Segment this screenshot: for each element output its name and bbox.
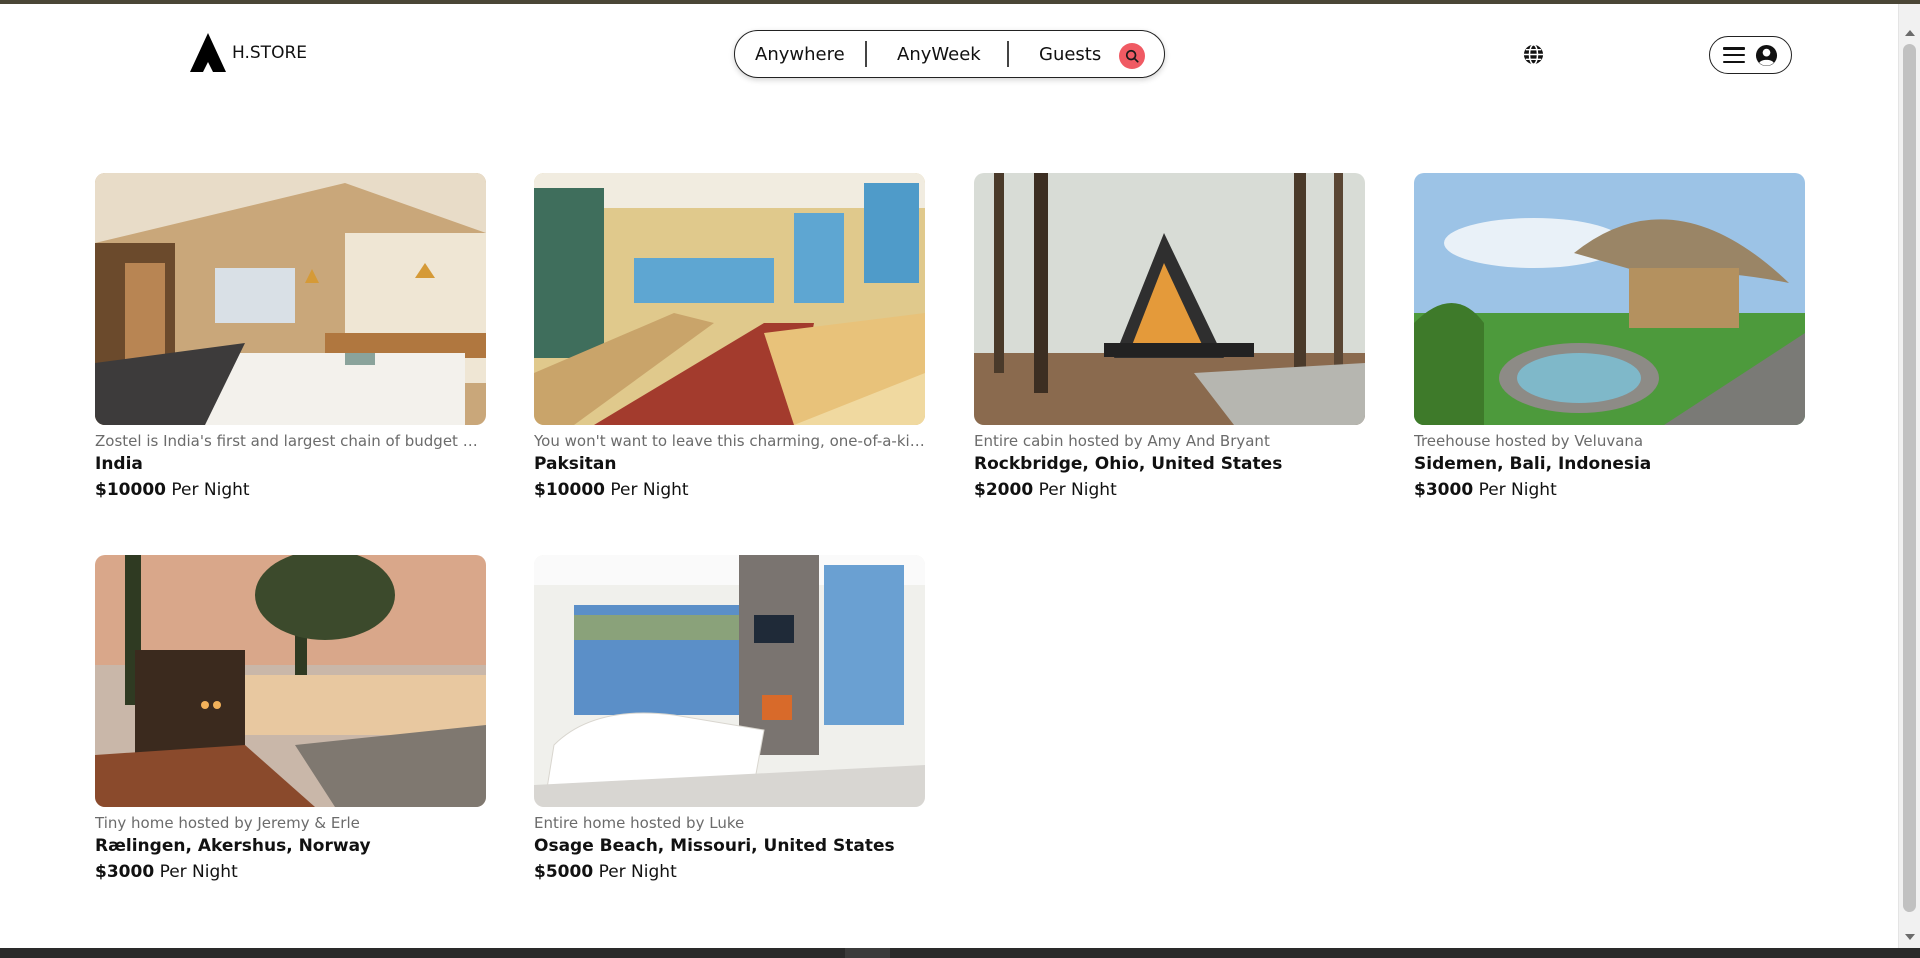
listing-image[interactable] [95, 173, 486, 425]
logo-text: H.STORE [232, 42, 307, 63]
listing-price-suffix: Per Night [598, 862, 677, 882]
listing-price: $5000 Per Night [534, 862, 925, 882]
listing-price-suffix: Per Night [1478, 480, 1557, 500]
search-anywhere[interactable]: Anywhere [735, 44, 865, 65]
listing-description: Entire home hosted by Luke [534, 814, 745, 832]
listing-location: Osage Beach, Missouri, United States [534, 836, 895, 856]
listing-price-suffix: Per Night [1038, 480, 1117, 500]
listing-card[interactable]: Zostel is India's first and largest chai… [95, 173, 486, 500]
listing-image[interactable] [1414, 173, 1805, 425]
listing-price: $10000 Per Night [95, 480, 486, 500]
logo[interactable]: H.STORE [190, 33, 307, 72]
listing-image[interactable] [974, 173, 1365, 425]
listing-price: $2000 Per Night [974, 480, 1365, 500]
listing-price: $10000 Per Night [534, 480, 925, 500]
listing-description: Tiny home hosted by Jeremy & Erle [95, 814, 360, 832]
globe-icon[interactable] [1522, 43, 1545, 66]
listing-image[interactable] [95, 555, 486, 807]
search-icon [1125, 49, 1139, 63]
listing-location: India [95, 454, 143, 474]
search-button[interactable] [1119, 43, 1145, 69]
taskbar-tab [845, 948, 890, 958]
listing-description: Zostel is India's first and largest chai… [95, 432, 486, 450]
listing-price-value: $3000 [1414, 480, 1474, 500]
scroll-down-arrow-icon[interactable] [1905, 934, 1915, 940]
search-week[interactable]: AnyWeek [867, 44, 1007, 65]
listing-card[interactable]: Tiny home hosted by Jeremy & Erle Ræling… [95, 555, 486, 882]
listing-price-value: $10000 [95, 480, 166, 500]
scroll-up-arrow-icon[interactable] [1905, 30, 1915, 36]
user-menu-button[interactable] [1709, 36, 1792, 74]
listing-price-value: $2000 [974, 480, 1034, 500]
listing-price-value: $3000 [95, 862, 155, 882]
listing-price: $3000 Per Night [1414, 480, 1805, 500]
listing-price-suffix: Per Night [159, 862, 238, 882]
listing-location: Paksitan [534, 454, 617, 474]
hamburger-icon [1723, 47, 1745, 63]
listing-price: $3000 Per Night [95, 862, 486, 882]
window-top-border [0, 0, 1920, 4]
listing-location: Sidemen, Bali, Indonesia [1414, 454, 1652, 474]
scrollbar-thumb[interactable] [1903, 44, 1916, 912]
listing-price-suffix: Per Night [171, 480, 250, 500]
taskbar-edge [0, 948, 1920, 958]
listing-price-value: $5000 [534, 862, 594, 882]
logo-icon [190, 33, 226, 72]
listing-description: Treehouse hosted by Veluvana [1414, 432, 1644, 450]
listing-image[interactable] [534, 555, 925, 807]
listing-location: Rockbridge, Ohio, United States [974, 454, 1283, 474]
page-scrollbar[interactable] [1898, 4, 1920, 948]
listing-card[interactable]: You won't want to leave this charming, o… [534, 173, 925, 500]
listing-location: Rælingen, Akershus, Norway [95, 836, 371, 856]
user-circle-icon [1755, 44, 1778, 66]
listing-card[interactable]: Entire cabin hosted by Amy And Bryant Ro… [974, 173, 1365, 500]
listing-price-suffix: Per Night [610, 480, 689, 500]
listing-card[interactable]: Entire home hosted by Luke Osage Beach, … [534, 555, 925, 882]
listing-description: Entire cabin hosted by Amy And Bryant [974, 432, 1270, 450]
listing-price-value: $10000 [534, 480, 605, 500]
search-bar[interactable]: Anywhere AnyWeek Guests [734, 30, 1165, 78]
search-guests[interactable]: Guests [1009, 44, 1129, 65]
listing-description: You won't want to leave this charming, o… [534, 432, 925, 450]
listing-image[interactable] [534, 173, 925, 425]
listing-card[interactable]: Treehouse hosted by Veluvana Sidemen, Ba… [1414, 173, 1805, 500]
